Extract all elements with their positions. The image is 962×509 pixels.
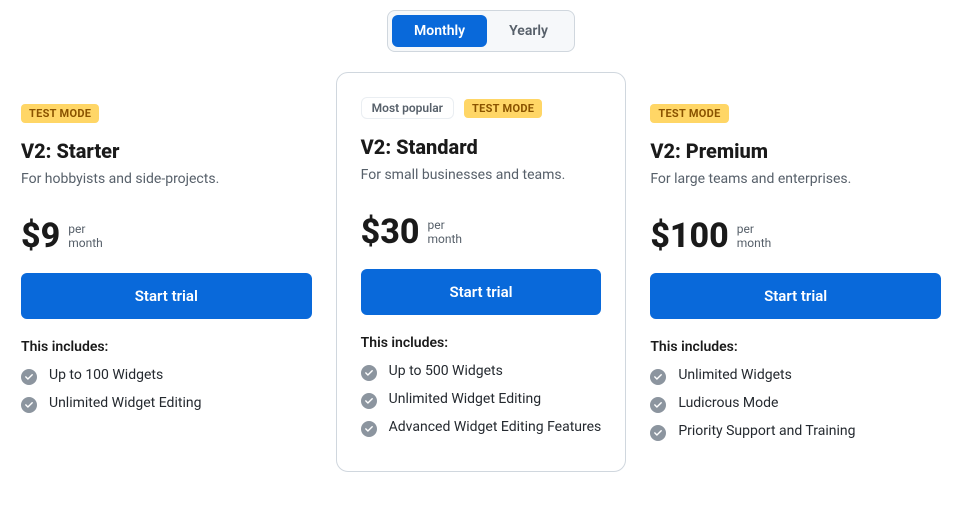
plan-card-premium: TEST MODE V2: Premium For large teams an… [650,80,941,475]
check-icon [21,397,37,413]
plan-price: $9 [21,219,60,253]
toggle-yearly[interactable]: Yearly [487,15,570,47]
check-icon [361,365,377,381]
plan-description: For hobbyists and side-projects. [21,171,312,187]
includes-heading: This includes: [21,339,312,355]
start-trial-button[interactable]: Start trial [361,269,602,315]
plan-card-starter: TEST MODE V2: Starter For hobbyists and … [21,80,312,447]
feature-item: Advanced Widget Editing Features [361,419,602,437]
pricing-grid: TEST MODE V2: Starter For hobbyists and … [21,80,941,475]
toggle-monthly[interactable]: Monthly [392,15,487,47]
billing-toggle: Monthly Yearly [387,10,575,52]
start-trial-button[interactable]: Start trial [650,273,941,319]
includes-heading: This includes: [361,335,602,351]
check-icon [650,397,666,413]
plan-title: V2: Premium [650,139,941,163]
plan-card-standard: Most popular TEST MODE V2: Standard For … [336,72,627,472]
check-icon [650,369,666,385]
feature-text: Unlimited Widget Editing [389,391,541,407]
plan-period: per month [737,222,772,251]
includes-heading: This includes: [650,339,941,355]
plan-description: For small businesses and teams. [361,167,602,183]
most-popular-badge: Most popular [361,97,454,119]
plan-price: $100 [650,219,728,253]
check-icon [361,393,377,409]
feature-item: Priority Support and Training [650,423,941,441]
start-trial-button[interactable]: Start trial [21,273,312,319]
feature-item: Ludicrous Mode [650,395,941,413]
plan-title: V2: Standard [361,135,602,159]
feature-item: Up to 100 Widgets [21,367,312,385]
plan-title: V2: Starter [21,139,312,163]
feature-text: Up to 500 Widgets [389,363,503,379]
feature-list: Up to 500 Widgets Unlimited Widget Editi… [361,363,602,437]
feature-text: Ludicrous Mode [678,395,778,411]
feature-list: Up to 100 Widgets Unlimited Widget Editi… [21,367,312,413]
feature-text: Priority Support and Training [678,423,855,439]
plan-period: per month [427,218,462,247]
test-mode-badge: TEST MODE [650,104,728,123]
test-mode-badge: TEST MODE [21,104,99,123]
plan-description: For large teams and enterprises. [650,171,941,187]
plan-period: per month [68,222,103,251]
feature-item: Unlimited Widgets [650,367,941,385]
test-mode-badge: TEST MODE [464,99,542,118]
check-icon [21,369,37,385]
check-icon [361,421,377,437]
feature-text: Unlimited Widget Editing [49,395,201,411]
check-icon [650,425,666,441]
feature-text: Unlimited Widgets [678,367,791,383]
feature-item: Up to 500 Widgets [361,363,602,381]
plan-price: $30 [361,215,420,249]
feature-item: Unlimited Widget Editing [361,391,602,409]
feature-item: Unlimited Widget Editing [21,395,312,413]
feature-text: Advanced Widget Editing Features [389,419,602,435]
feature-list: Unlimited Widgets Ludicrous Mode Priorit… [650,367,941,441]
feature-text: Up to 100 Widgets [49,367,163,383]
